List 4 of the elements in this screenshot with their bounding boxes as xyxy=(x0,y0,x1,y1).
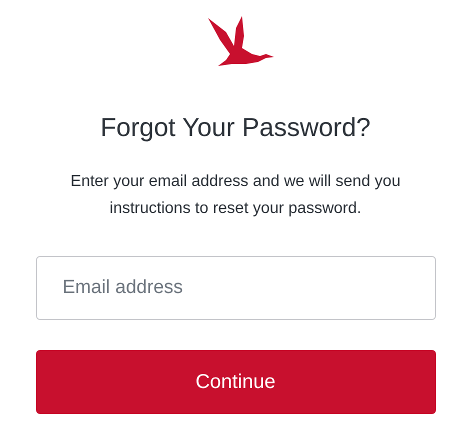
continue-button[interactable]: Continue xyxy=(36,350,436,414)
page-title: Forgot Your Password? xyxy=(100,111,371,143)
email-field[interactable]: Email address xyxy=(36,256,436,320)
instructions-text: Enter your email address and we will send you instructions to reset your password. xyxy=(70,172,402,219)
